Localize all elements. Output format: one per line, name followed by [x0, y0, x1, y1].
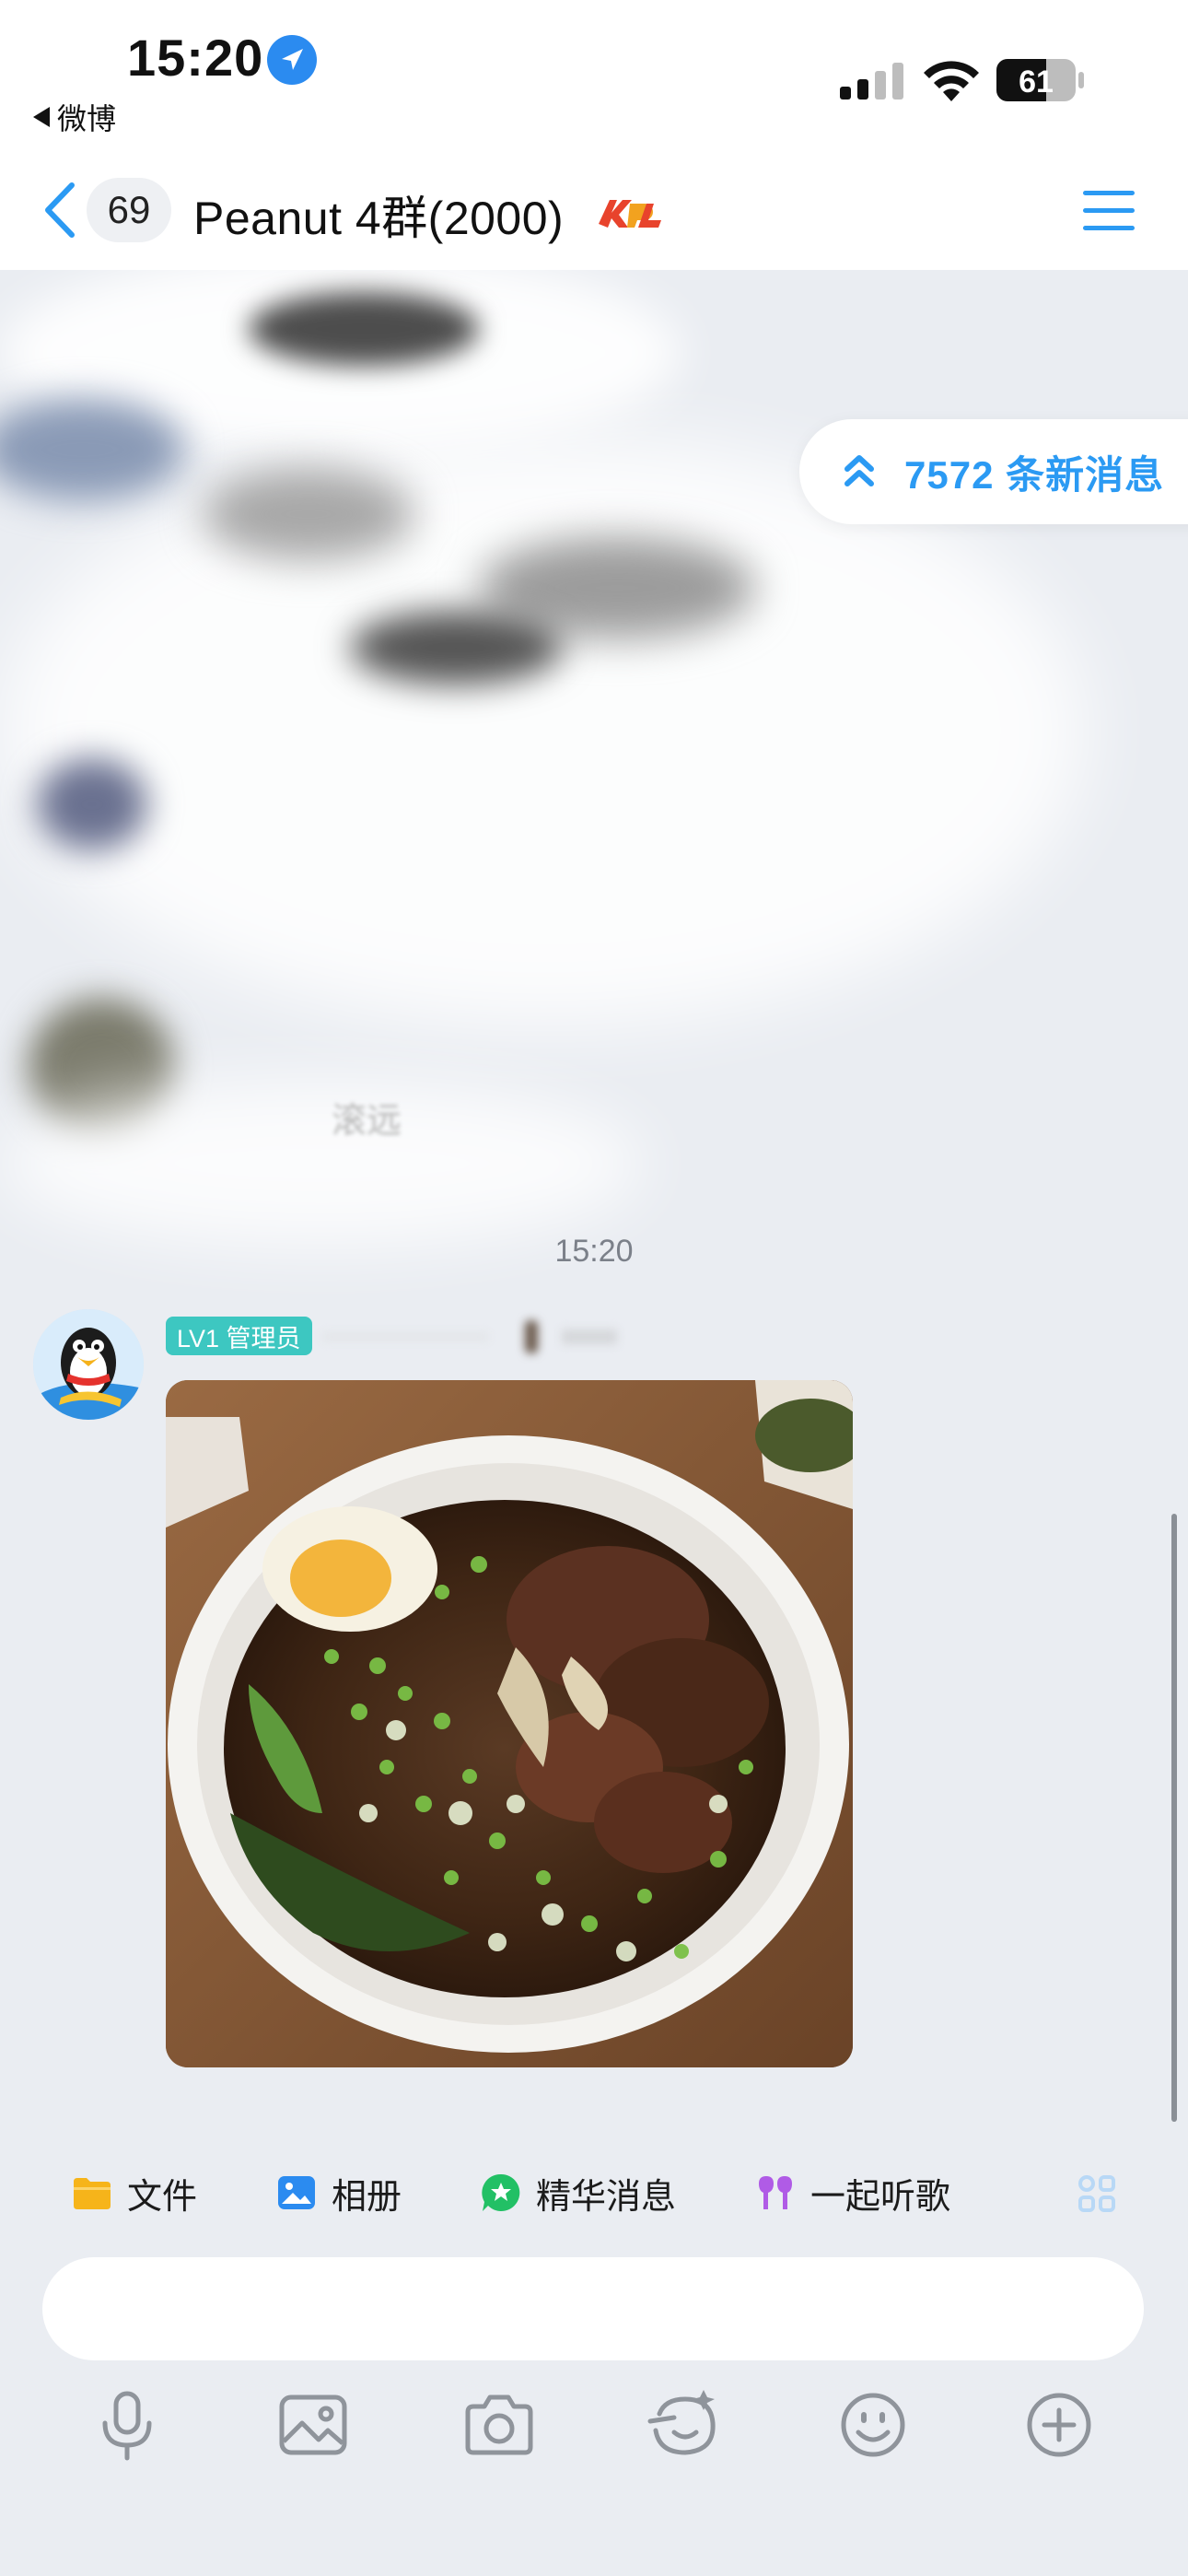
back-triangle-icon [33, 107, 50, 127]
location-arrow-icon [267, 35, 317, 85]
shortcut-featured[interactable]: 精华消息 [481, 2170, 677, 2217]
status-bar: 15:20 微博 61 [0, 0, 1188, 152]
sender-name-blurred [322, 1320, 617, 1353]
group-title[interactable]: Peanut 4群(2000) [193, 181, 564, 248]
blurred-text-fragment: 滚远 [332, 1102, 402, 1141]
penguin-avatar-icon [33, 1309, 144, 1420]
message-timestamp: 15:20 [554, 1234, 634, 1269]
more-apps-grid-icon[interactable] [1077, 2174, 1116, 2213]
back-to-app-link[interactable]: 微博 [33, 96, 116, 138]
star-bubble-icon [482, 2173, 520, 2211]
image-icon[interactable] [274, 2386, 352, 2464]
emoji-shop-icon[interactable] [646, 2386, 724, 2464]
noodle-bowl-image [166, 1380, 853, 2067]
battery-level: 61 [1019, 64, 1054, 100]
kpl-logo-icon [599, 200, 661, 228]
shortcut-listen-together-label: 一起听歌 [810, 2177, 951, 2217]
input-toolbar [0, 2386, 1188, 2469]
chat-scrollbar[interactable] [1171, 1514, 1177, 2122]
qq-penguin-avatar[interactable] [33, 1309, 144, 1420]
message-input[interactable] [42, 2257, 1144, 2360]
folder-icon [74, 2178, 111, 2209]
chat-message-list[interactable]: 滚远 7572 条新消息 15:20 LV1 管理员 [0, 270, 1188, 2133]
shortcut-bar: 文件 相册 精华消息 一起听歌 [0, 2133, 1188, 2253]
shortcut-files-label: 文件 [127, 2177, 198, 2217]
message-image-beef-noodle-soup[interactable] [166, 1380, 853, 2067]
double-chevron-up-icon [844, 455, 874, 486]
microphone-icon[interactable] [88, 2386, 166, 2464]
back-chevron-icon[interactable] [37, 180, 83, 240]
smile-icon[interactable] [834, 2386, 912, 2464]
sender-level-badge: LV1 管理员 [166, 1317, 312, 1355]
shortcut-files[interactable]: 文件 [72, 2170, 198, 2217]
status-time: 15:20 [127, 29, 264, 87]
shortcut-album[interactable]: 相册 [276, 2170, 402, 2217]
plus-icon[interactable] [1020, 2386, 1098, 2464]
cellular-signal-icon [840, 63, 903, 100]
new-messages-button[interactable]: 7572 条新消息 [799, 419, 1188, 524]
chat-header: 69 Peanut 4群(2000) [0, 152, 1188, 270]
back-app-label: 微博 [57, 102, 117, 135]
shortcut-featured-label: 精华消息 [536, 2177, 677, 2217]
shortcut-listen-together[interactable]: 一起听歌 [755, 2170, 951, 2217]
camera-icon[interactable] [460, 2386, 538, 2464]
unread-count-badge[interactable]: 69 [87, 178, 171, 242]
menu-icon[interactable] [1083, 189, 1135, 233]
battery-icon: 61 [996, 59, 1084, 101]
wifi-icon [924, 61, 979, 101]
album-icon [278, 2176, 315, 2209]
shortcut-album-label: 相册 [332, 2177, 402, 2217]
earbuds-icon [759, 2176, 792, 2209]
new-messages-label: 7572 条新消息 [904, 452, 1165, 497]
